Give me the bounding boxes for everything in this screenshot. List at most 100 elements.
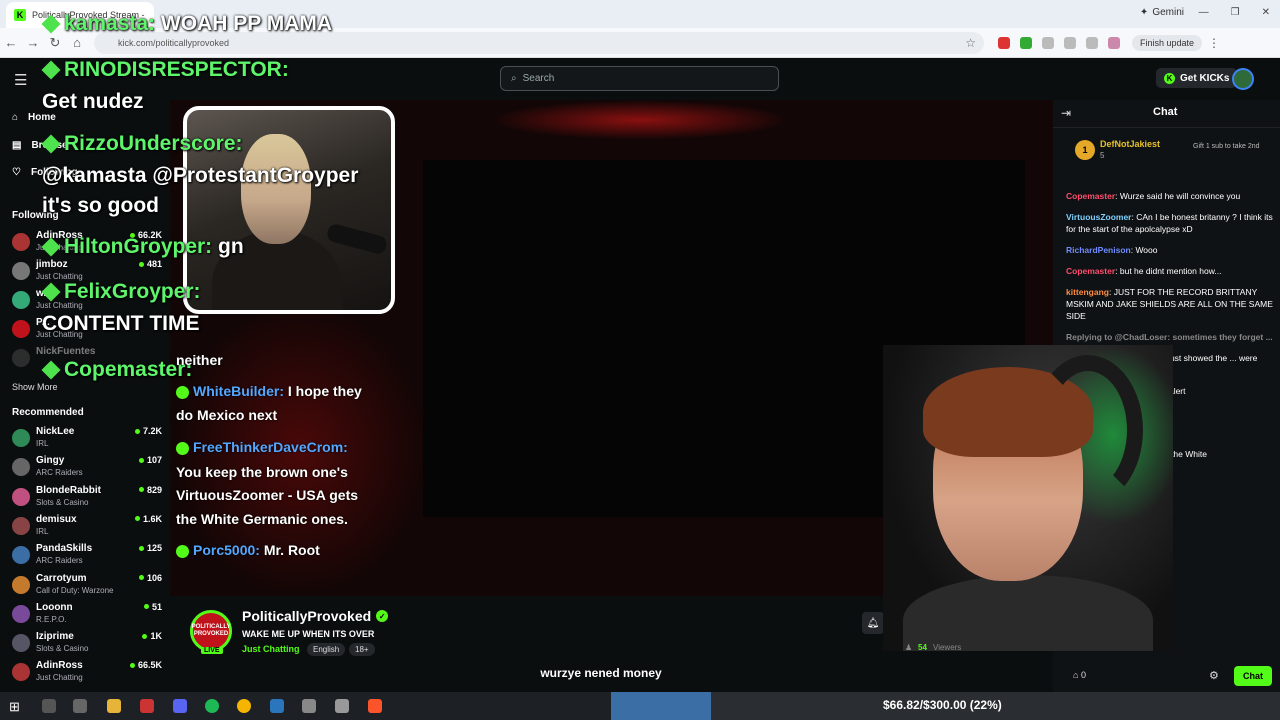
get-kicks-button[interactable]: K Get KICKs: [1156, 68, 1238, 88]
folder-icon[interactable]: [107, 699, 121, 713]
avatar: [12, 291, 30, 309]
live-dot-icon: [138, 545, 144, 551]
sidebar-channel[interactable]: Carrotyum Call of Duty: Warzone 106: [12, 573, 162, 601]
sidepanel-icon[interactable]: [1086, 36, 1098, 49]
viewer-count-text: 7.2K: [142, 426, 162, 436]
maximize-icon[interactable]: ❐: [1231, 7, 1240, 18]
gift-prompt[interactable]: Gift 1 sub to take 2nd: [1193, 142, 1275, 151]
viewer-count: 107: [138, 455, 162, 465]
bookmark-star-icon[interactable]: ☆: [965, 36, 976, 50]
badge-icon: [41, 60, 61, 80]
profile-icon[interactable]: [1108, 36, 1120, 49]
sidebar-channel[interactable]: demisux IRL 1.6K: [12, 514, 162, 542]
close-icon[interactable]: ✕: [1262, 7, 1270, 18]
extension-icon[interactable]: [1020, 36, 1032, 49]
chat-username[interactable]: Replying to @ChadLoser: sometimes they f…: [1066, 332, 1273, 342]
chat-text: : Wooo: [1130, 245, 1158, 255]
small-chat-text: I hope they: [287, 383, 362, 399]
get-kicks-label: Get KICKs: [1180, 72, 1230, 84]
discord-icon[interactable]: [173, 699, 187, 713]
overlay-username: kamasta:: [64, 12, 156, 35]
overlay-username: RizzoUnderscore:: [64, 132, 243, 155]
chat-username[interactable]: Copemaster: [1066, 191, 1115, 201]
channel-name: Gingy: [36, 455, 65, 467]
avatar: [12, 575, 30, 594]
sidebar-channel[interactable]: Iziprime Slots & Casino 1K: [12, 631, 162, 659]
extension-icon[interactable]: [1042, 36, 1054, 49]
finish-update-button[interactable]: Finish update: [1132, 34, 1203, 51]
sidebar-channel[interactable]: BlondeRabbit Slots & Casino 829: [12, 485, 162, 513]
gifter-name: DefNotJakiest: [1100, 139, 1161, 149]
app-icon[interactable]: [140, 699, 154, 713]
tag-pill[interactable]: English: [307, 643, 346, 656]
home-icon[interactable]: ⌂: [66, 35, 88, 50]
gemini-button[interactable]: ✦ Gemini: [1140, 7, 1184, 18]
chat-username[interactable]: Copemaster: [1066, 266, 1115, 276]
channel-name: PoliticallyProvoked: [242, 608, 372, 624]
search-input[interactable]: ⌕ Search: [500, 66, 779, 91]
tag-pill[interactable]: 18+: [349, 643, 375, 656]
viewer-number: 54: [918, 643, 927, 651]
stream-title: WAKE ME UP WHEN ITS OVER: [242, 629, 375, 639]
kicks-icon: K: [1164, 72, 1175, 84]
reload-icon[interactable]: ↻: [44, 35, 66, 51]
menu-icon[interactable]: ☰: [14, 71, 27, 89]
steam-icon[interactable]: [270, 699, 284, 713]
forward-icon[interactable]: →: [22, 35, 44, 50]
channel-category: IRL: [36, 439, 49, 448]
sidebar-channel[interactable]: NickLee IRL 7.2K: [12, 426, 162, 454]
sidebar-channel[interactable]: Looonn R.E.P.O. 51: [12, 602, 162, 630]
overlay-message: RizzoUnderscore:: [41, 132, 243, 156]
sidebar-channel[interactable]: PandaSkills ARC Raiders 125: [12, 543, 162, 571]
channel-name: jimboz: [36, 259, 68, 270]
sidebar-channel[interactable]: Gingy ARC Raiders 107: [12, 455, 162, 483]
channel-category: Slots & Casino: [36, 644, 89, 654]
collapse-chat-icon[interactable]: ⇥: [1061, 106, 1071, 120]
brave-icon[interactable]: [368, 699, 382, 713]
extension-icon[interactable]: [998, 36, 1010, 49]
channel-name: NickLee: [36, 426, 75, 437]
badge-icon: [41, 282, 61, 302]
live-dot-icon: [142, 633, 148, 639]
chat-username[interactable]: VirtuousZoomer: [1066, 212, 1132, 222]
app-icon[interactable]: [302, 699, 316, 713]
search-icon: ⌕: [511, 73, 517, 84]
stream-category[interactable]: Just Chatting: [242, 644, 300, 654]
channel-category: R.E.P.O.: [36, 614, 67, 624]
badge-icon: [41, 134, 61, 154]
browser-menu-icon[interactable]: ⋮: [1208, 36, 1220, 50]
chrome-icon[interactable]: [237, 699, 251, 713]
puzzle-icon[interactable]: [1064, 36, 1076, 49]
chat-text: : but he didnt mention how...: [1115, 266, 1222, 276]
small-chat-line: the White Germanic ones.: [176, 511, 348, 527]
notification-bell-icon[interactable]: 🔔︎: [862, 612, 884, 634]
show-more-link[interactable]: Show More: [12, 382, 58, 392]
app-icon[interactable]: [335, 699, 349, 713]
channel-name-row[interactable]: PoliticallyProvoked ✓: [242, 608, 389, 624]
home-icon: ⌂: [12, 112, 19, 123]
user-avatar[interactable]: [1232, 68, 1254, 90]
spotify-icon[interactable]: [205, 699, 219, 713]
overlay-message: it's so good: [42, 194, 159, 217]
channel-category: ARC Raiders: [36, 556, 83, 566]
channel-logo[interactable]: POLITICALLY PROVOKED: [190, 610, 232, 652]
channel-name: Carrotyum: [36, 572, 87, 584]
viewer-count-text: 106: [146, 572, 162, 583]
minimize-icon[interactable]: —: [1199, 7, 1209, 18]
chat-message: Copemaster: Wurze said he will convince …: [1066, 190, 1276, 202]
gemini-label: Gemini: [1152, 7, 1184, 18]
overlay-username: RINODISRESPECTOR:: [64, 58, 289, 81]
viewer-count-text: 829: [146, 484, 162, 495]
chat-username[interactable]: kittengang: [1066, 287, 1109, 297]
chat-username[interactable]: RichardPenison: [1066, 245, 1131, 255]
live-dot-icon: [134, 428, 140, 434]
kick-favicon-icon: K: [14, 9, 26, 21]
viewers-icon: ♟: [905, 643, 913, 651]
task-view-icon[interactable]: [73, 699, 87, 713]
live-dot-icon: [138, 487, 144, 493]
live-dot-icon: [134, 516, 140, 522]
back-icon[interactable]: ←: [0, 35, 22, 50]
search-icon[interactable]: [42, 699, 56, 713]
chat-message: RichardPenison: Wooo: [1066, 244, 1276, 256]
windows-start-icon[interactable]: ⊞: [9, 699, 20, 715]
